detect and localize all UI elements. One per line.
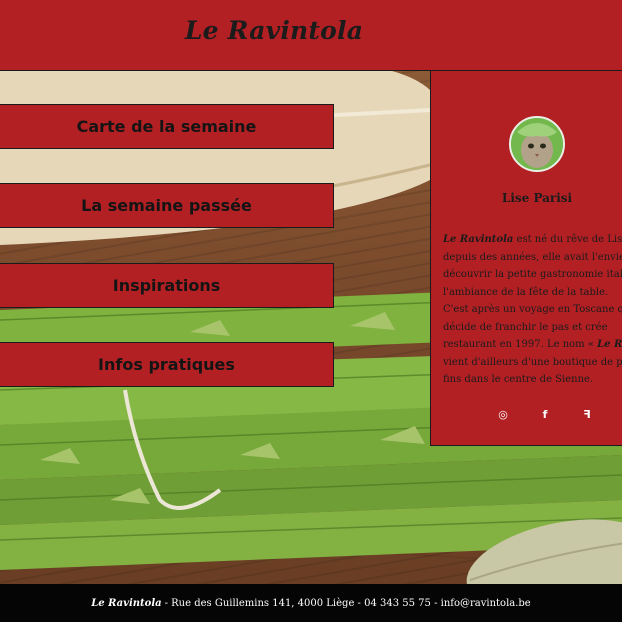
bio-line: l'ambiance de la fête de la table.	[443, 286, 609, 298]
author-name: Lise Parisi	[501, 191, 573, 205]
cat-avatar-image	[511, 118, 563, 170]
profile-card: Lise Parisi Le Ravintola est né du rêve …	[430, 70, 622, 446]
site-footer: Le Ravintola - Rue des Guillemins 141, 4…	[0, 584, 622, 622]
menu-button-la-semaine-passee[interactable]: La semaine passée	[0, 183, 334, 228]
foursquare-icon[interactable]: ꟻ	[581, 408, 593, 421]
bio-brand: Le Ravintola	[443, 234, 514, 245]
bio-brand: Le Ravinto	[597, 339, 622, 350]
bio-text: Le Ravintola est né du rêve de Lise Pa d…	[443, 231, 622, 389]
site-header: Le Ravintola	[0, 0, 622, 70]
menu-button-carte-de-la-semaine[interactable]: Carte de la semaine	[0, 104, 334, 149]
facebook-icon[interactable]: f	[539, 408, 551, 421]
instagram-icon[interactable]: ◎	[497, 408, 509, 421]
bio-line-text: restaurant en 1997. Le nom «	[443, 339, 598, 350]
footer-contact-text: - Rue des Guillemins 141, 4000 Liège - 0…	[164, 597, 531, 609]
bio-line: découvrir la petite gastronomie italienn	[443, 269, 622, 280]
bio-line: décide de franchir le pas et crée	[443, 321, 608, 333]
footer-brand: Le Ravintola	[91, 597, 162, 609]
bio-line: C'est après un voyage en Toscane qu	[443, 304, 622, 315]
bio-line-text: est né du rêve de Lise Pa	[516, 234, 622, 245]
menu-button-infos-pratiques[interactable]: Infos pratiques	[0, 342, 334, 387]
avatar	[509, 116, 565, 172]
hero-top-border	[0, 70, 430, 71]
site-title[interactable]: Le Ravintola	[0, 16, 548, 45]
bio-line: depuis des années, elle avait l'envie de	[443, 251, 622, 263]
bio-line: fins dans le centre de Sienne.	[443, 374, 594, 385]
bio-line: Le Ravintola est né du rêve de Lise Pa	[443, 231, 622, 249]
bio-line: vient d'ailleurs d'une boutique de prod	[443, 356, 622, 368]
bio-line: restaurant en 1997. Le nom « Le Ravinto	[443, 336, 622, 354]
menu-button-inspirations[interactable]: Inspirations	[0, 263, 334, 308]
